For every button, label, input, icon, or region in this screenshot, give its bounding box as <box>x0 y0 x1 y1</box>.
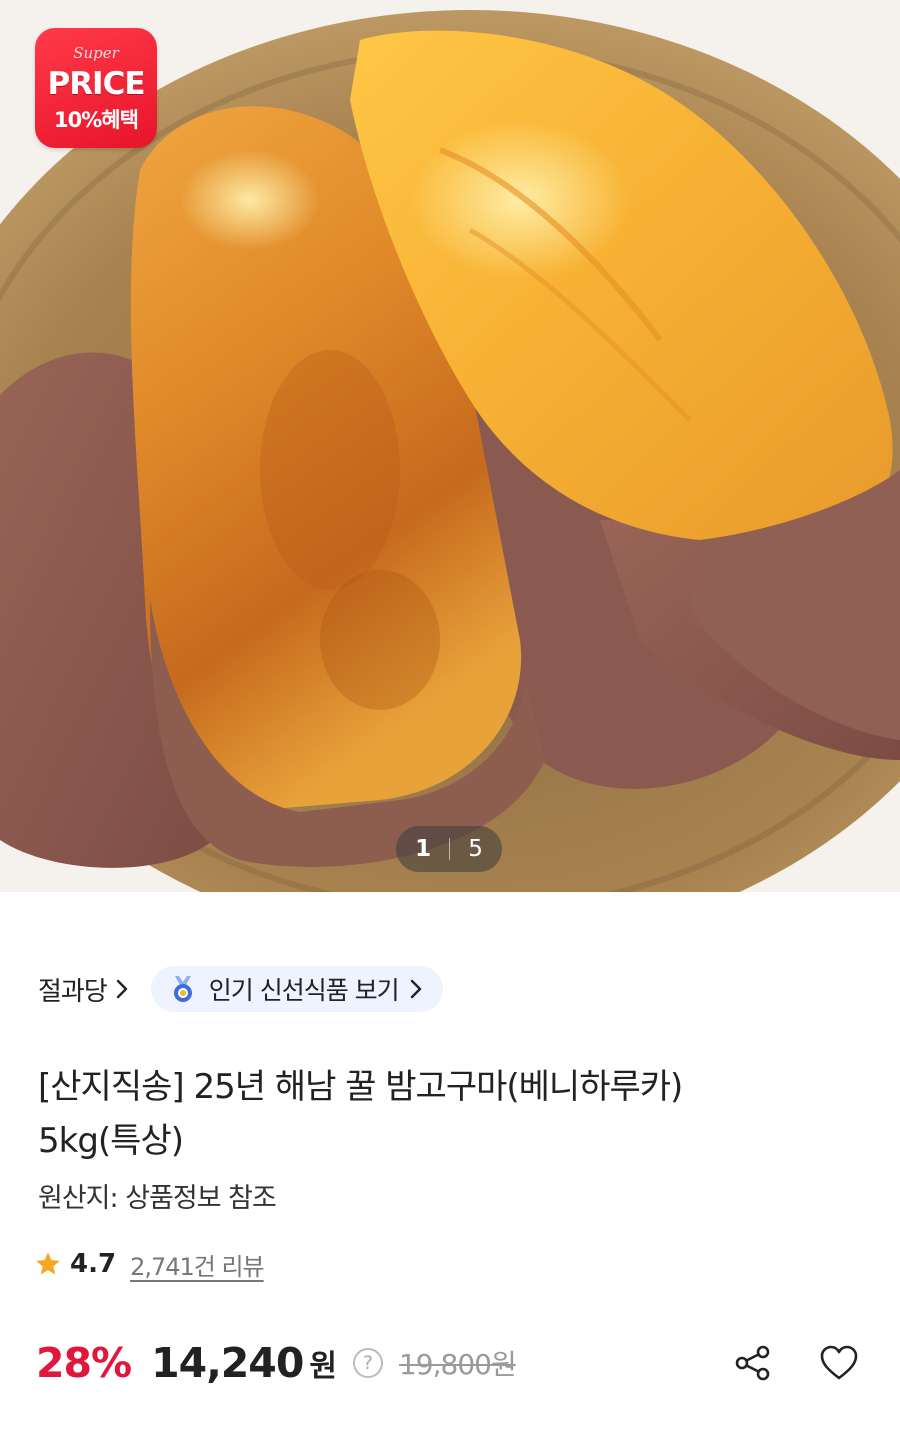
medal-icon <box>173 976 192 1002</box>
chevron-right-icon <box>116 979 127 999</box>
fresh-chip-label: 인기 신선식품 보기 <box>208 976 400 1005</box>
discount-rate: 28% <box>36 1339 132 1387</box>
share-icon <box>735 1345 770 1381</box>
rating-score: 4.7 <box>70 1249 117 1279</box>
review-count-link[interactable]: 2,741건 리뷰 <box>130 1247 265 1282</box>
store-link[interactable]: 절과당 <box>38 971 129 1008</box>
currency-unit: 원 <box>309 1349 337 1384</box>
badge-headline: PRICE <box>47 66 145 102</box>
like-button[interactable] <box>814 1338 864 1388</box>
sale-price: 14,240 <box>151 1339 304 1387</box>
product-image-carousel[interactable]: Super PRICE 10%혜택 1 5 <box>0 0 900 892</box>
product-title: [산지직송] 25년 해남 꿀 밤고구마(베니하루카) 5kg(특상) <box>38 1060 858 1168</box>
image-pager: 1 5 <box>396 826 502 872</box>
super-price-badge: Super PRICE 10%혜택 <box>35 28 157 148</box>
badge-benefit: 10%혜택 <box>54 108 139 132</box>
heart-icon <box>820 1345 858 1380</box>
share-button[interactable] <box>728 1338 778 1388</box>
pager-current: 1 <box>415 836 432 862</box>
price-help-icon[interactable]: ? <box>352 1348 383 1378</box>
store-row: 절과당 인기 신선식품 보기 <box>38 966 443 1012</box>
product-origin: 원산지: 상품정보 참조 <box>38 1183 277 1214</box>
popular-fresh-food-chip[interactable]: 인기 신선식품 보기 <box>150 966 443 1012</box>
store-name: 절과당 <box>38 976 108 1007</box>
pager-total: 5 <box>468 836 483 862</box>
product-title-line-2: 5kg(특상) <box>38 1121 184 1161</box>
star-icon <box>36 1252 60 1275</box>
original-price: 19,800원 <box>398 1348 517 1381</box>
badge-script-text: Super <box>73 44 119 62</box>
chevron-right-icon <box>410 979 421 999</box>
pager-divider <box>449 838 451 860</box>
product-title-line-1: [산지직송] 25년 해남 꿀 밤고구마(베니하루카) <box>38 1067 683 1107</box>
price-row: 28% 14,240 원 ? 19,800원 <box>36 1334 866 1392</box>
rating-row: 4.7 2,741건 리뷰 <box>34 1245 265 1283</box>
